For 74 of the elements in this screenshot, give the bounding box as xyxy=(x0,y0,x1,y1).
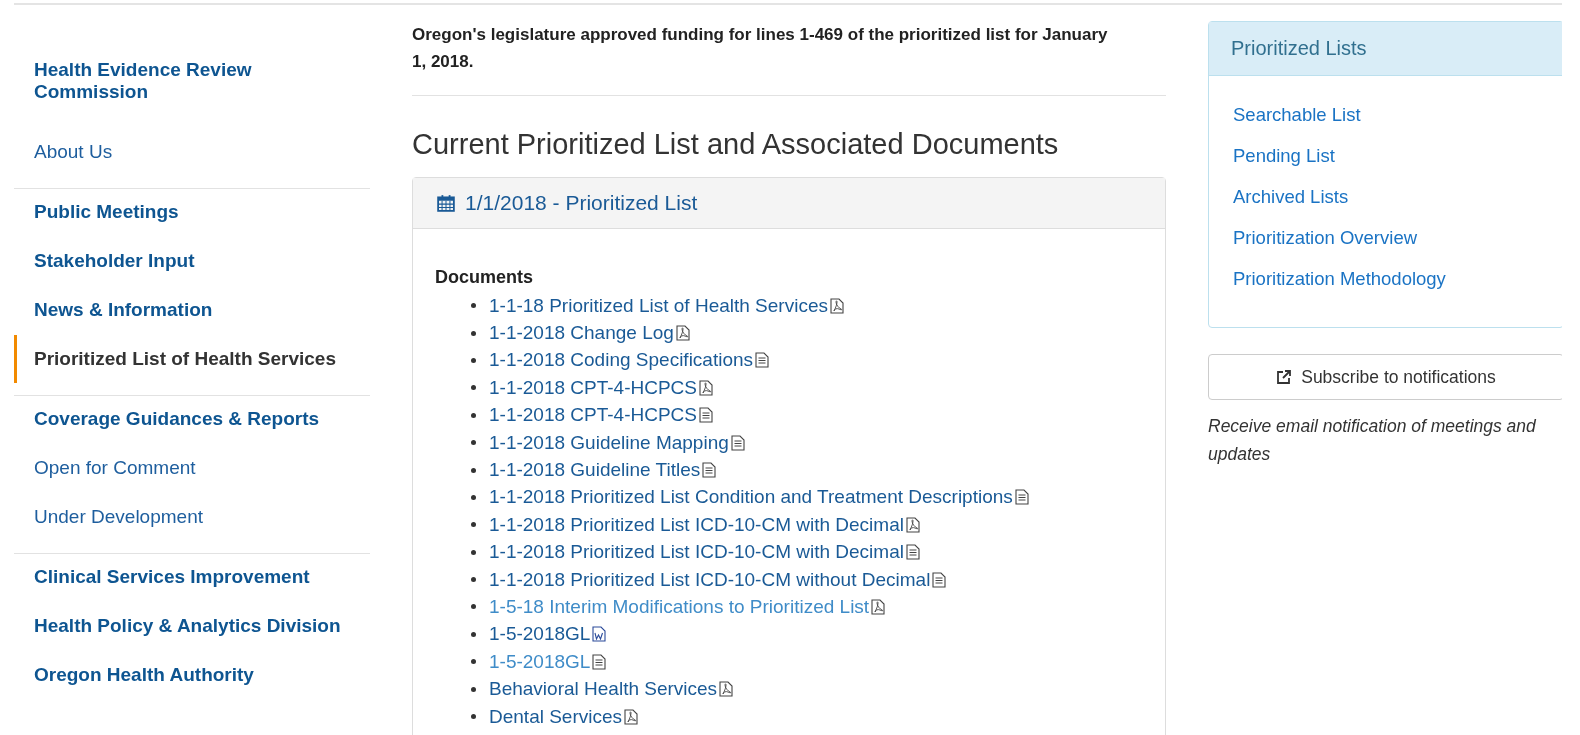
sidebar-item[interactable]: News & Information xyxy=(34,285,213,335)
pdf-file-icon xyxy=(699,379,714,396)
sidebar-item[interactable]: Open for Comment xyxy=(34,443,196,492)
documents-label: Documents xyxy=(435,267,534,288)
bullet-icon xyxy=(471,631,476,637)
document-link[interactable]: 1-1-2018 Change Log xyxy=(489,322,674,345)
pdf-file-icon xyxy=(675,325,690,342)
document-link[interactable]: 1-1-2018 CPT-4-HCPCS xyxy=(489,404,698,427)
bullet-icon xyxy=(471,357,476,363)
document-link[interactable]: 1-1-2018 Coding Specifications xyxy=(489,349,754,372)
pdf-file-icon xyxy=(624,708,639,725)
sidebar-item[interactable]: Under Development xyxy=(34,492,203,541)
panel-title: Prioritized Lists xyxy=(1231,37,1367,59)
document-link[interactable]: 1-5-2018GL xyxy=(489,623,591,646)
bullet-icon xyxy=(471,412,476,418)
document-link[interactable]: 1-5-18 Interim Modifications to Prioritized List xyxy=(489,596,870,618)
text-file-icon xyxy=(905,544,920,561)
document-link[interactable]: 1-1-2018 Guideline Titles xyxy=(489,459,701,482)
text-file-icon xyxy=(932,571,947,588)
text-file-icon xyxy=(592,653,607,670)
bullet-icon xyxy=(471,686,476,692)
sidebar-item[interactable]: Coverage Guidances & Reports xyxy=(34,407,320,443)
bullet-icon xyxy=(471,330,476,336)
sidebar-item[interactable]: Public Meetings xyxy=(34,201,179,237)
document-link[interactable]: Behavioral Health Services xyxy=(489,678,718,701)
sidebar-item[interactable]: Stakeholder Input xyxy=(34,236,195,286)
document-link[interactable]: 1-1-2018 Prioritized List ICD-10-CM with Decimal xyxy=(489,541,904,564)
bullet-icon xyxy=(471,604,476,610)
list-link[interactable]: Pending List xyxy=(1233,145,1335,166)
document-link[interactable]: 1-1-2018 Prioritized List ICD-10-CM with Decimal xyxy=(489,513,904,536)
bullet-icon xyxy=(471,494,476,500)
sidebar-item[interactable]: Clinical Services Improvement xyxy=(34,566,310,602)
document-link[interactable]: 1-1-2018 Prioritized List Condition and Treatment Descriptions xyxy=(489,486,1013,509)
sidebar-item[interactable]: Prioritized List of Health Services xyxy=(34,334,336,383)
text-file-icon xyxy=(730,434,745,451)
subscribe-note: Receive email notification of meetings and updates xyxy=(1208,415,1537,466)
sidebar-item[interactable]: About Us xyxy=(34,127,113,176)
text-file-icon xyxy=(699,407,714,424)
bullet-icon xyxy=(471,303,476,309)
text-file-icon xyxy=(702,462,717,479)
bullet-icon xyxy=(471,440,476,446)
document-link[interactable]: 1-5-2018GL xyxy=(489,650,591,673)
text-file-icon xyxy=(755,352,770,369)
calendar-icon xyxy=(437,194,455,212)
bullet-icon xyxy=(471,714,476,720)
list-link[interactable]: Archived Lists xyxy=(1233,186,1349,207)
list-link[interactable]: Searchable List xyxy=(1233,104,1361,125)
pdf-file-icon xyxy=(830,297,844,314)
word-file-icon xyxy=(592,626,607,643)
bullet-icon xyxy=(471,467,476,473)
subscribe-button[interactable]: Subscribe to notifications xyxy=(1208,354,1562,400)
document-link[interactable]: 1-1-2018 Guideline Mapping xyxy=(489,431,729,454)
list-link[interactable]: Prioritization Overview xyxy=(1233,227,1418,248)
document-link[interactable]: 1-1-2018 CPT-4-HCPCS xyxy=(489,376,698,399)
panel-title-link[interactable]: 1/1/2018 - Prioritized List xyxy=(465,191,698,215)
document-link[interactable]: Dental Services xyxy=(489,705,623,728)
text-file-icon xyxy=(1014,489,1029,506)
pdf-file-icon xyxy=(905,516,920,533)
pdf-file-icon xyxy=(871,599,886,615)
bullet-icon xyxy=(471,577,476,583)
bullet-icon xyxy=(471,659,476,665)
section-heading: Current Prioritized List and Associated Documents xyxy=(412,128,1060,161)
external-link-icon xyxy=(1276,369,1293,385)
document-link[interactable]: 1-1-18 Prioritized List of Health Services xyxy=(489,294,828,317)
pdf-file-icon xyxy=(719,681,734,698)
sidebar-item[interactable]: Health Policy & Analytics Division xyxy=(34,601,341,651)
sidebar-item[interactable]: Health Evidence Review Commission xyxy=(34,59,284,127)
document-link[interactable]: 1-1-2018 Prioritized List ICD-10-CM without Decimal xyxy=(489,568,931,591)
bullet-icon xyxy=(471,549,476,555)
funding-notice: Oregon's legislature approved funding for lines 1-469 of the prioritized list for January 1, 2018. xyxy=(412,24,1109,73)
list-link[interactable]: Prioritization Methodology xyxy=(1233,268,1446,289)
sidebar-item[interactable]: Oregon Health Authority xyxy=(34,650,254,700)
bullet-icon xyxy=(471,385,476,391)
bullet-icon xyxy=(471,522,476,528)
